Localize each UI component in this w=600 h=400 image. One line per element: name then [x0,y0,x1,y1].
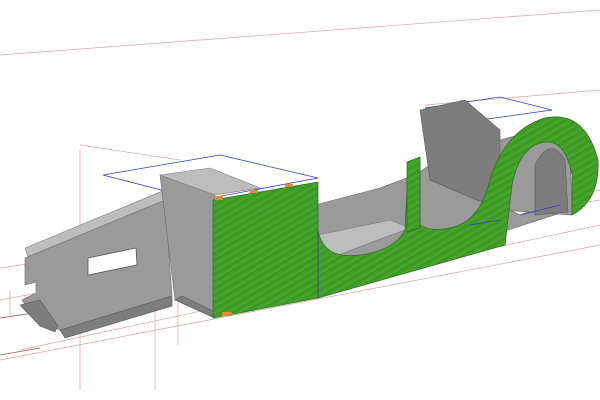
cad-viewport[interactable] [0,0,600,400]
green-surface-front[interactable] [212,181,319,319]
left-frame-rail[interactable] [19,189,173,339]
3d-model-view[interactable] [0,0,600,400]
green-pillar[interactable] [406,156,421,233]
